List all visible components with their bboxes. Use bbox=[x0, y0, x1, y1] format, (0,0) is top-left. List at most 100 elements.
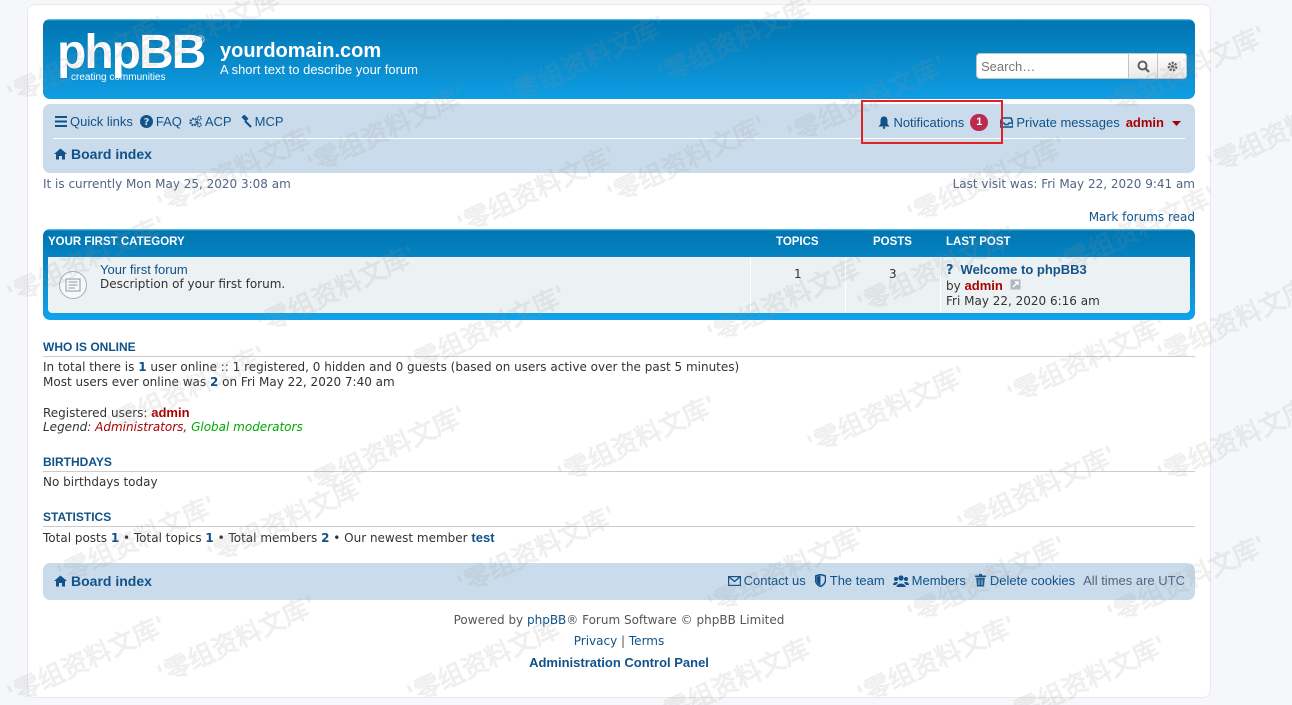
unread-post-icon[interactable]: ? bbox=[946, 263, 954, 278]
members-label: Members bbox=[911, 573, 966, 588]
last-post-date: Fri May 22, 2020 6:16 am bbox=[946, 294, 1100, 308]
mcp-label: MCP bbox=[254, 114, 284, 129]
navbar: Quick links ? FAQ ACP MCP Notifications … bbox=[43, 104, 1195, 173]
registered-users-label: Registered users: bbox=[43, 406, 152, 420]
faq-label: FAQ bbox=[155, 114, 182, 129]
mark-forums-read-link[interactable]: Mark forums read bbox=[1089, 210, 1195, 224]
online-record-line: Most users ever online was 2 on Fri May … bbox=[43, 375, 395, 389]
registered-icon: ® bbox=[195, 33, 206, 46]
acp-footer-line: Administration Control Panel bbox=[0, 655, 1238, 670]
site-description: A short text to describe your forum bbox=[220, 62, 418, 77]
section-divider bbox=[43, 356, 1195, 357]
annotation-highlight-box bbox=[861, 100, 1003, 144]
svg-text:?: ? bbox=[143, 117, 149, 128]
phpbb-logo[interactable]: phpBB ® creating communities bbox=[57, 26, 207, 87]
watermark-text: '零组资料文库' bbox=[1202, 80, 1292, 181]
statistics-title: Statistics bbox=[43, 510, 112, 524]
search-input[interactable] bbox=[977, 54, 1128, 78]
terms-link[interactable]: Terms bbox=[629, 634, 664, 648]
cogs-icon bbox=[189, 115, 202, 128]
forum-description: Description of your first forum. bbox=[100, 277, 286, 291]
footer-navbar: Board index Contact us The team Members … bbox=[43, 563, 1195, 600]
privacy-link[interactable]: Privacy bbox=[574, 634, 617, 648]
category-title[interactable]: Your first category bbox=[48, 236, 185, 248]
stat-total-topics: 1 bbox=[205, 531, 214, 545]
section-divider bbox=[43, 526, 1195, 527]
users-icon bbox=[892, 574, 909, 587]
cell-divider bbox=[940, 257, 941, 313]
gavel-icon bbox=[239, 115, 252, 128]
breadcrumb-board-index[interactable]: Board index bbox=[54, 146, 152, 162]
view-latest-post-icon[interactable] bbox=[1010, 279, 1021, 294]
online-count: 1 bbox=[138, 360, 147, 374]
col-topics-header: Topics bbox=[776, 236, 819, 248]
members-link[interactable]: Members bbox=[892, 573, 966, 588]
online-line1-rest: user online :: 1 registered, 0 hidden an… bbox=[146, 360, 740, 374]
caret-down-icon bbox=[1172, 115, 1181, 130]
contact-us-label: Contact us bbox=[743, 573, 806, 588]
faq-link[interactable]: ? FAQ bbox=[139, 114, 182, 129]
admin-control-panel-link[interactable]: Administration Control Panel bbox=[529, 655, 709, 670]
navbar-divider bbox=[53, 138, 1185, 139]
home-icon bbox=[54, 148, 67, 161]
mcp-link[interactable]: MCP bbox=[239, 114, 284, 129]
online-line1-text: In total there is bbox=[43, 360, 139, 374]
the-team-link[interactable]: The team bbox=[814, 573, 885, 588]
logo-text: phpBB bbox=[57, 26, 206, 79]
logo-tagline: creating communities bbox=[71, 72, 166, 83]
legal-separator: | bbox=[617, 634, 629, 648]
powered-by-text: Powered by bbox=[453, 613, 527, 627]
footer-board-index-label: Board index bbox=[71, 573, 152, 589]
forum-title-link[interactable]: Your first forum bbox=[100, 262, 188, 277]
legend-moderators-link[interactable]: Global moderators bbox=[191, 420, 303, 434]
stat-label-members: • Total members bbox=[213, 531, 322, 545]
username: admin bbox=[1125, 115, 1164, 130]
cell-divider bbox=[845, 257, 846, 313]
timezone-text: All times are UTC bbox=[1083, 573, 1185, 588]
online-line2-text: Most users ever online was bbox=[43, 375, 210, 389]
envelope-icon bbox=[727, 574, 741, 587]
footer-board-index-link[interactable]: Board index bbox=[54, 573, 152, 589]
breadcrumb-label: Board index bbox=[71, 146, 152, 162]
contact-us-link[interactable]: Contact us bbox=[727, 573, 806, 588]
private-messages-link[interactable]: Private messages bbox=[1000, 115, 1120, 130]
legend-administrators-link[interactable]: Administrators bbox=[95, 420, 183, 434]
quick-links-menu[interactable]: Quick links bbox=[54, 114, 133, 129]
forum-category-block: Your first category Topics Posts Last po… bbox=[43, 229, 1195, 320]
private-messages-label: Private messages bbox=[1016, 115, 1120, 130]
site-title-block: yourdomain.com A short text to describe … bbox=[220, 40, 418, 77]
delete-cookies-link[interactable]: Delete cookies bbox=[974, 573, 1075, 588]
user-menu[interactable]: admin bbox=[1126, 115, 1181, 130]
search-box bbox=[976, 53, 1187, 79]
forum-topics-count: 1 bbox=[794, 267, 802, 281]
stat-total-posts: 1 bbox=[110, 531, 120, 545]
section-divider bbox=[43, 471, 1195, 472]
powered-by-line: Powered by phpBB® Forum Software © phpBB… bbox=[0, 613, 1238, 627]
site-header: phpBB ® creating communities yourdomain.… bbox=[43, 19, 1195, 99]
search-button[interactable] bbox=[1128, 54, 1157, 78]
newest-member-link[interactable]: test bbox=[471, 530, 494, 545]
acp-link[interactable]: ACP bbox=[189, 114, 232, 129]
shield-icon bbox=[814, 574, 827, 587]
online-total-line: In total there is 1 user online :: 1 reg… bbox=[43, 360, 739, 374]
last-visit: Last visit was: Fri May 22, 2020 9:41 am bbox=[952, 177, 1195, 191]
stat-label-posts: Total posts bbox=[43, 531, 111, 545]
advanced-search-button[interactable] bbox=[1157, 54, 1186, 78]
who-is-online-title[interactable]: Who is online bbox=[43, 340, 136, 354]
last-post-author-link[interactable]: admin bbox=[965, 278, 1003, 293]
registered-user-link[interactable]: admin bbox=[151, 405, 189, 420]
legend-line: Legend: Administrators, Global moderator… bbox=[43, 420, 303, 434]
the-team-label: The team bbox=[829, 573, 885, 588]
nav-links: Quick links ? FAQ ACP MCP bbox=[54, 114, 284, 129]
powered-by-rest: ® Forum Software © phpBB Limited bbox=[566, 613, 785, 627]
last-post-title-link[interactable]: Welcome to phpBB3 bbox=[961, 262, 1087, 277]
footer-links: Contact us The team Members Delete cooki… bbox=[727, 573, 1185, 588]
birthdays-text: No birthdays today bbox=[43, 475, 158, 489]
trash-icon bbox=[974, 574, 987, 587]
current-time: It is currently Mon May 25, 2020 3:08 am bbox=[43, 177, 291, 191]
forum-row: Your first forum Description of your fir… bbox=[48, 257, 1190, 313]
phpbb-link[interactable]: phpBB bbox=[527, 613, 566, 627]
col-posts-header: Posts bbox=[873, 236, 912, 248]
legal-links: Privacy | Terms bbox=[0, 634, 1238, 648]
birthdays-title: Birthdays bbox=[43, 455, 112, 469]
